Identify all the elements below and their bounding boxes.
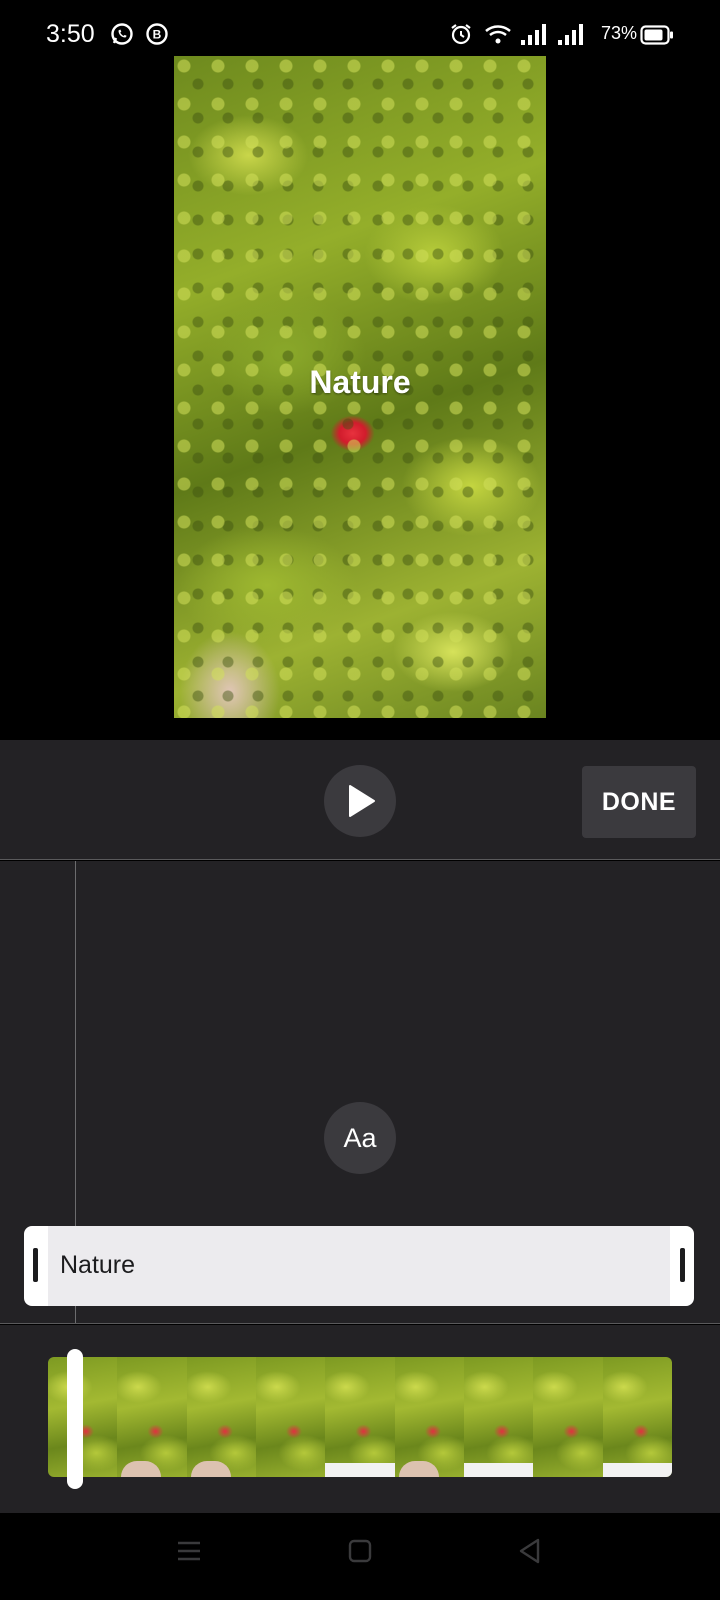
playback-control-bar: DONE [0,740,720,860]
done-button[interactable]: DONE [582,766,696,838]
signal-icon [556,22,584,51]
alarm-icon [449,22,473,51]
text-clip[interactable]: Nature [24,1226,694,1306]
wifi-icon [484,22,512,51]
scrub-handle[interactable] [67,1349,83,1489]
text-style-button[interactable]: Aa [324,1102,396,1174]
film-frame [117,1357,187,1477]
film-frame [325,1357,395,1477]
film-frame [394,1357,464,1477]
filmstrip-area [0,1325,720,1513]
business-b-icon: B [145,22,169,51]
signal-icon [519,22,547,51]
video-preview-area: Nature [0,56,720,740]
back-icon[interactable] [516,1537,544,1570]
home-icon[interactable] [346,1537,374,1570]
play-button[interactable] [324,765,396,837]
clip-trim-handle-left[interactable] [33,1248,38,1282]
whatsapp-icon [110,22,134,51]
system-nav-bar [0,1513,720,1600]
text-timeline: Aa Nature [0,861,720,1324]
film-frame [533,1357,603,1477]
battery-icon [640,25,674,50]
overlay-text[interactable]: Nature [174,364,546,401]
film-frame [463,1357,534,1477]
svg-text:B: B [153,28,162,42]
video-filmstrip[interactable] [48,1357,672,1477]
menu-icon[interactable] [175,1537,203,1570]
status-time: 3:50 [46,20,95,48]
film-frame [602,1357,672,1477]
battery-percent: 73% [601,23,638,43]
video-preview[interactable]: Nature [174,56,546,718]
film-frame [186,1357,256,1477]
text-clip-label: Nature [60,1251,136,1279]
film-frame [255,1357,326,1477]
clip-trim-handle-right[interactable] [680,1248,685,1282]
